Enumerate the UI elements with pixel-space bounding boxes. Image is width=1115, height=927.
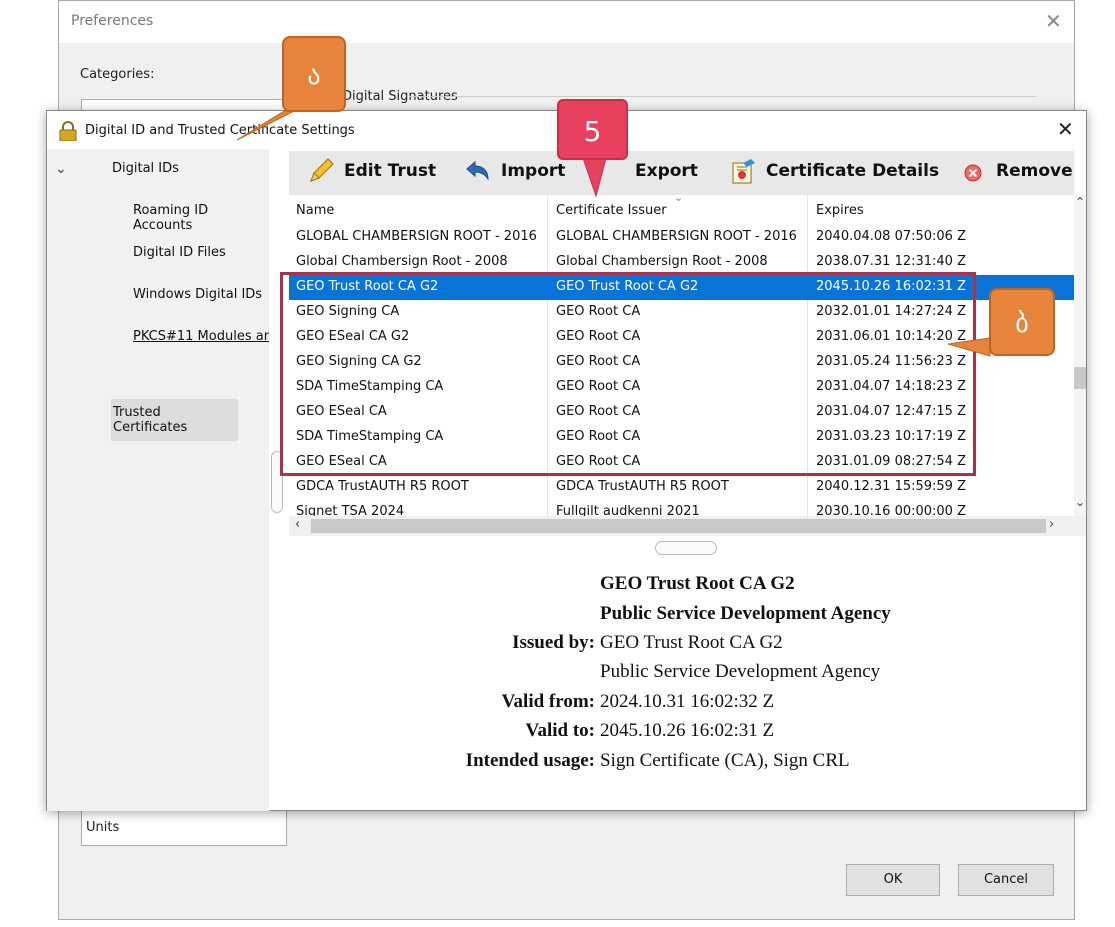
column-header-issuer[interactable]: Certificate Issuer (556, 203, 667, 218)
dialog-title: Digital ID and Trusted Certificate Setti… (85, 123, 355, 138)
usage-label: Intended usage: (465, 750, 595, 771)
callout-2: 5 (557, 99, 628, 160)
cell-name: Global Chambersign Root - 2008 (296, 254, 508, 269)
cancel-button[interactable]: Cancel (958, 864, 1054, 896)
edit-trust-button[interactable]: Edit Trust (344, 161, 436, 181)
certificate-details-panel: GEO Trust Root CA G2 Public Service Deve… (289, 561, 1086, 801)
vertical-scrollbar[interactable]: ⌃ ⌄ (1074, 195, 1086, 517)
remove-icon (964, 164, 982, 182)
valid-to-label: Valid to: (525, 720, 595, 741)
usage-value: Sign Certificate (CA), Sign CRL (600, 750, 850, 771)
import-button[interactable]: Import (501, 161, 565, 181)
table-row[interactable]: GDCA TrustAUTH R5 ROOT GDCA TrustAUTH R5 … (289, 475, 1074, 500)
lock-icon (59, 121, 77, 141)
issued-by-org: Public Service Development Agency (600, 661, 881, 682)
column-header-name[interactable]: Name (296, 203, 334, 218)
sidebar-item-pkcs[interactable]: PKCS#11 Modules and (133, 329, 269, 344)
table-header: Name Certificate Issuer ⌄ Expires (289, 191, 1074, 225)
preferences-titlebar (59, 1, 1074, 43)
sidebar-item-roaming[interactable]: Roaming ID Accounts (133, 203, 269, 233)
cell-expires: 2040.12.31 15:59:59 Z (816, 479, 966, 494)
certificate-details-button[interactable]: Certificate Details (766, 161, 939, 181)
table-row[interactable]: Signet TSA 2024 Fullgilt audkenni 2021 203… (289, 500, 1074, 517)
sidebar-item-windows[interactable]: Windows Digital IDs (133, 287, 262, 302)
issued-by-value: GEO Trust Root CA G2 (600, 632, 783, 653)
table-row[interactable]: GLOBAL CHAMBERSIGN ROOT - 2016 GLOBAL CHA… (289, 225, 1074, 250)
detail-org: Public Service Development Agency (600, 603, 891, 624)
cell-name: GLOBAL CHAMBERSIGN ROOT - 2016 (296, 229, 537, 244)
cell-name: GDCA TrustAUTH R5 ROOT (296, 479, 469, 494)
export-button[interactable]: Export (635, 161, 698, 181)
scroll-thumb[interactable] (311, 519, 1046, 533)
sidebar-item-trusted[interactable]: Trusted Certificates (111, 399, 238, 441)
valid-from-value: 2024.10.31 16:02:32 Z (600, 691, 775, 712)
chevron-down-icon[interactable]: ⌄ (55, 161, 67, 177)
column-header-expires[interactable]: Expires (816, 203, 864, 218)
close-icon[interactable]: ✕ (1057, 117, 1074, 141)
scroll-down-icon[interactable]: ⌄ (1075, 495, 1085, 509)
sidebar: ⌄ Digital IDs Roaming ID Accounts Digita… (47, 149, 269, 811)
pencil-icon (310, 158, 334, 182)
detail-name: GEO Trust Root CA G2 (600, 573, 795, 594)
sidebar-item-digital-ids[interactable]: Digital IDs (112, 161, 179, 176)
issued-by-label: Issued by: (512, 632, 595, 653)
certificate-icon (732, 159, 755, 184)
sidebar-item-files[interactable]: Digital ID Files (133, 245, 226, 260)
valid-to-value: 2045.10.26 16:02:31 Z (600, 720, 775, 741)
scroll-right-icon[interactable]: › (1049, 517, 1054, 532)
cell-issuer: Global Chambersign Root - 2008 (556, 254, 768, 269)
preferences-title: Preferences (71, 13, 154, 29)
valid-from-label: Valid from: (501, 691, 595, 712)
close-icon[interactable]: ✕ (1045, 9, 1062, 33)
callout-1: ა (282, 36, 346, 112)
cell-expires: 2040.04.08 07:50:06 Z (816, 229, 966, 244)
scroll-thumb[interactable] (1074, 367, 1086, 389)
scroll-up-icon[interactable]: ⌃ (1075, 195, 1085, 209)
remove-button[interactable]: Remove (996, 161, 1073, 181)
categories-label: Categories: (80, 67, 155, 82)
cell-issuer: GLOBAL CHAMBERSIGN ROOT - 2016 (556, 229, 797, 244)
cell-expires: 2038.07.31 12:31:40 Z (816, 254, 966, 269)
callout-3: ბ (989, 288, 1055, 356)
horizontal-scrollbar[interactable]: ‹ › (289, 516, 1086, 536)
cell-issuer: GDCA TrustAUTH R5 ROOT (556, 479, 729, 494)
highlight-box (280, 272, 976, 476)
import-arrow-icon (466, 160, 489, 181)
section-divider (409, 96, 1036, 97)
toolbar: Edit Trust Import Export Certificate Det… (289, 151, 1074, 195)
ok-button[interactable]: OK (846, 864, 940, 896)
category-item-units[interactable]: Units (86, 820, 119, 835)
sort-indicator-icon: ⌄ (674, 191, 684, 204)
details-splitter-handle[interactable] (655, 541, 717, 555)
scroll-left-icon[interactable]: ‹ (295, 517, 300, 532)
